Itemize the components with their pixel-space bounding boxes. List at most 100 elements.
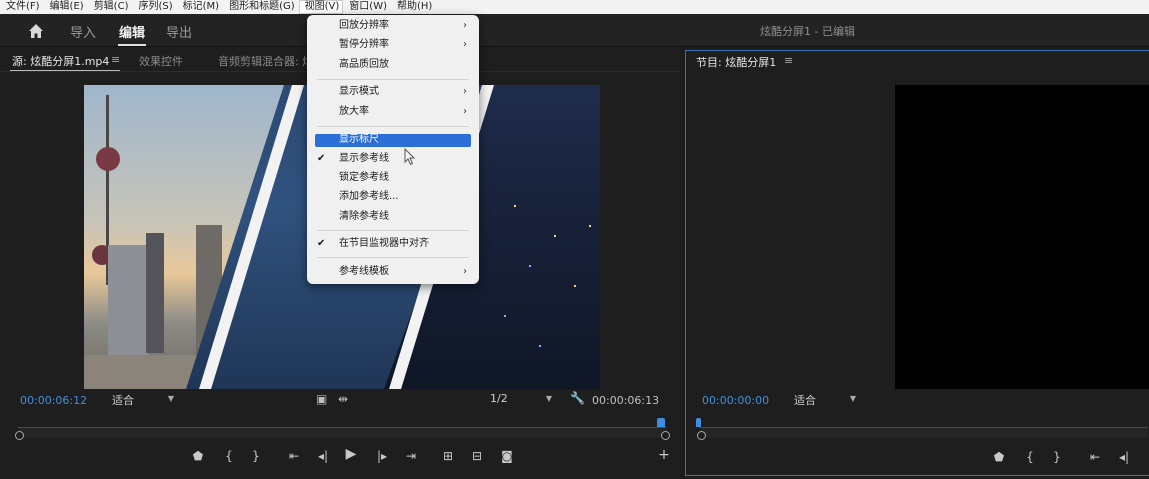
step-forward-icon[interactable]: |▸ bbox=[374, 449, 390, 463]
step-back-icon[interactable]: ◂| bbox=[315, 449, 331, 463]
play-icon[interactable]: ▶ bbox=[343, 446, 359, 462]
menu-item-show-guides[interactable]: ✔ 显示参考线 bbox=[307, 151, 479, 167]
active-tab-indicator bbox=[118, 44, 146, 46]
camera-icon[interactable]: ◙ bbox=[499, 449, 515, 463]
go-to-in-icon[interactable]: ⇤ bbox=[1087, 450, 1103, 464]
marker-icon[interactable]: ▣ bbox=[316, 392, 327, 406]
tab-export[interactable]: 导出 bbox=[166, 22, 192, 41]
source-tab-underline bbox=[10, 70, 120, 71]
chevron-down-icon: ▼ bbox=[849, 394, 856, 403]
menu-item-label: 显示标尺 bbox=[339, 134, 379, 145]
menu-item-label: 放大率 bbox=[339, 106, 369, 117]
building bbox=[146, 233, 164, 353]
menu-clip[interactable]: 剪辑(C) bbox=[88, 0, 133, 14]
source-playhead[interactable] bbox=[657, 418, 665, 427]
source-duration: 00:00:06:13 bbox=[592, 394, 660, 407]
program-time-ruler[interactable] bbox=[700, 427, 1148, 438]
menu-item-lock-guides[interactable]: 锁定参考线 bbox=[307, 170, 479, 186]
menu-window[interactable]: 窗口(W) bbox=[343, 0, 391, 14]
add-marker-icon[interactable]: ⬟ bbox=[991, 450, 1007, 464]
menu-sequence[interactable]: 序列(S) bbox=[132, 0, 176, 14]
menu-item-label: 清除参考线 bbox=[339, 211, 389, 222]
mark-in-icon[interactable]: { bbox=[1022, 450, 1038, 464]
mouse-cursor-icon bbox=[404, 148, 416, 166]
menu-item-label: 显示参考线 bbox=[339, 153, 389, 164]
panel-menu-icon[interactable]: ≡ bbox=[111, 53, 120, 66]
menu-item-clear-guides[interactable]: 清除参考线 bbox=[307, 209, 479, 225]
chevron-right-icon: › bbox=[463, 39, 467, 50]
menu-item-label: 参考线模板 bbox=[339, 266, 389, 277]
program-current-time[interactable]: 00:00:00:00 bbox=[702, 394, 769, 407]
program-monitor-panel: 节目: 炫酷分屏1 ≡ 00:00:00:00 适合 ▼ ⬟ { } ⇤ ◂| bbox=[685, 50, 1149, 476]
menu-markers[interactable]: 标记(M) bbox=[177, 0, 223, 14]
menu-edit[interactable]: 编辑(E) bbox=[44, 0, 88, 14]
menu-file[interactable]: 文件(F) bbox=[0, 0, 44, 14]
menu-item-label: 回放分辨率 bbox=[339, 20, 389, 31]
tab-effect-controls[interactable]: 效果控件 bbox=[139, 53, 183, 69]
menu-item-label: 锁定参考线 bbox=[339, 172, 389, 183]
tab-program[interactable]: 节目: 炫酷分屏1 bbox=[696, 54, 776, 70]
program-fit-label: 适合 bbox=[794, 394, 816, 407]
menu-item-add-guides[interactable]: 添加参考线... bbox=[307, 189, 479, 205]
home-icon[interactable] bbox=[28, 23, 44, 39]
go-to-in-icon[interactable]: ⇤ bbox=[286, 449, 302, 463]
add-marker-icon[interactable]: ⬟ bbox=[190, 449, 206, 463]
wrench-icon[interactable]: 🔧 bbox=[570, 391, 585, 405]
source-fit-dropdown[interactable]: 适合 ▼ bbox=[112, 392, 178, 408]
panel-menu-icon[interactable]: ≡ bbox=[784, 54, 793, 67]
program-video-frame[interactable] bbox=[895, 85, 1149, 389]
menu-separator bbox=[317, 126, 469, 127]
menu-item-display-mode[interactable]: 显示模式 › bbox=[307, 84, 479, 100]
add-button-icon[interactable]: + bbox=[656, 447, 672, 463]
view-menu-dropdown: 回放分辨率 › 暂停分辨率 › 高品质回放 显示模式 › 放大率 › 显示标尺 … bbox=[307, 15, 479, 284]
tab-audio-clip-mixer[interactable]: 音频剪辑混合器: 炫 bbox=[218, 53, 313, 69]
program-fit-dropdown[interactable]: 适合 ▼ bbox=[794, 392, 860, 408]
tab-source[interactable]: 源: 炫酷分屏1.mp4 bbox=[12, 53, 109, 69]
mark-in-icon[interactable]: { bbox=[221, 449, 237, 463]
source-zoom-handle-right[interactable] bbox=[661, 431, 670, 440]
tab-edit[interactable]: 编辑 bbox=[119, 22, 145, 41]
chevron-right-icon: › bbox=[463, 20, 467, 31]
go-to-out-icon[interactable]: ⇥ bbox=[403, 449, 419, 463]
workspace-header: 导入 编辑 导出 炫酷分屏1 - 已编辑 bbox=[0, 14, 1149, 47]
step-back-icon[interactable]: ◂| bbox=[1116, 450, 1132, 464]
menu-item-playback-resolution[interactable]: 回放分辨率 › bbox=[307, 18, 479, 34]
source-resolution-label: 1/2 bbox=[490, 392, 508, 405]
checkmark-icon: ✔ bbox=[317, 238, 326, 249]
menu-item-label: 高品质回放 bbox=[339, 59, 389, 70]
source-resolution-dropdown[interactable]: 1/2 ▼ bbox=[490, 392, 556, 408]
menu-view[interactable]: 视图(V) bbox=[298, 0, 344, 14]
mark-out-icon[interactable]: } bbox=[248, 449, 264, 463]
menu-item-label: 添加参考线... bbox=[339, 191, 399, 202]
menu-item-snap-in-program-monitor[interactable]: ✔ 在节目监视器中对齐 bbox=[307, 236, 479, 252]
menu-item-high-quality-playback[interactable]: 高品质回放 bbox=[307, 57, 479, 73]
building bbox=[108, 245, 148, 355]
menu-graphics[interactable]: 图形和标题(G) bbox=[223, 0, 299, 14]
source-zoom-handle-left[interactable] bbox=[15, 431, 24, 440]
drag-video-icon[interactable]: ⇹ bbox=[338, 392, 348, 406]
city-light bbox=[554, 235, 556, 237]
tab-import[interactable]: 导入 bbox=[70, 22, 96, 41]
insert-icon[interactable]: ⊞ bbox=[440, 449, 456, 463]
tv-tower-sphere bbox=[96, 147, 120, 171]
chevron-right-icon: › bbox=[463, 266, 467, 277]
city-light bbox=[539, 345, 541, 347]
chevron-right-icon: › bbox=[463, 86, 467, 97]
checkmark-icon: ✔ bbox=[317, 153, 326, 164]
chevron-right-icon: › bbox=[463, 106, 467, 117]
menu-help[interactable]: 帮助(H) bbox=[391, 0, 436, 14]
menu-item-show-rulers[interactable]: 显示标尺 bbox=[307, 134, 479, 150]
menu-item-label: 显示模式 bbox=[339, 86, 379, 97]
menu-item-paused-resolution[interactable]: 暂停分辨率 › bbox=[307, 37, 479, 53]
overwrite-icon[interactable]: ⊟ bbox=[469, 449, 485, 463]
source-current-time[interactable]: 00:00:06:12 bbox=[20, 394, 87, 407]
city-light bbox=[589, 225, 591, 227]
source-time-ruler[interactable] bbox=[18, 427, 666, 438]
mark-out-icon[interactable]: } bbox=[1049, 450, 1065, 464]
program-playhead[interactable] bbox=[696, 418, 701, 427]
menu-item-magnification[interactable]: 放大率 › bbox=[307, 104, 479, 120]
menu-separator bbox=[317, 230, 469, 231]
program-zoom-handle[interactable] bbox=[697, 431, 706, 440]
chevron-down-icon: ▼ bbox=[545, 394, 552, 403]
menu-item-guide-templates[interactable]: 参考线模板 › bbox=[307, 264, 479, 280]
